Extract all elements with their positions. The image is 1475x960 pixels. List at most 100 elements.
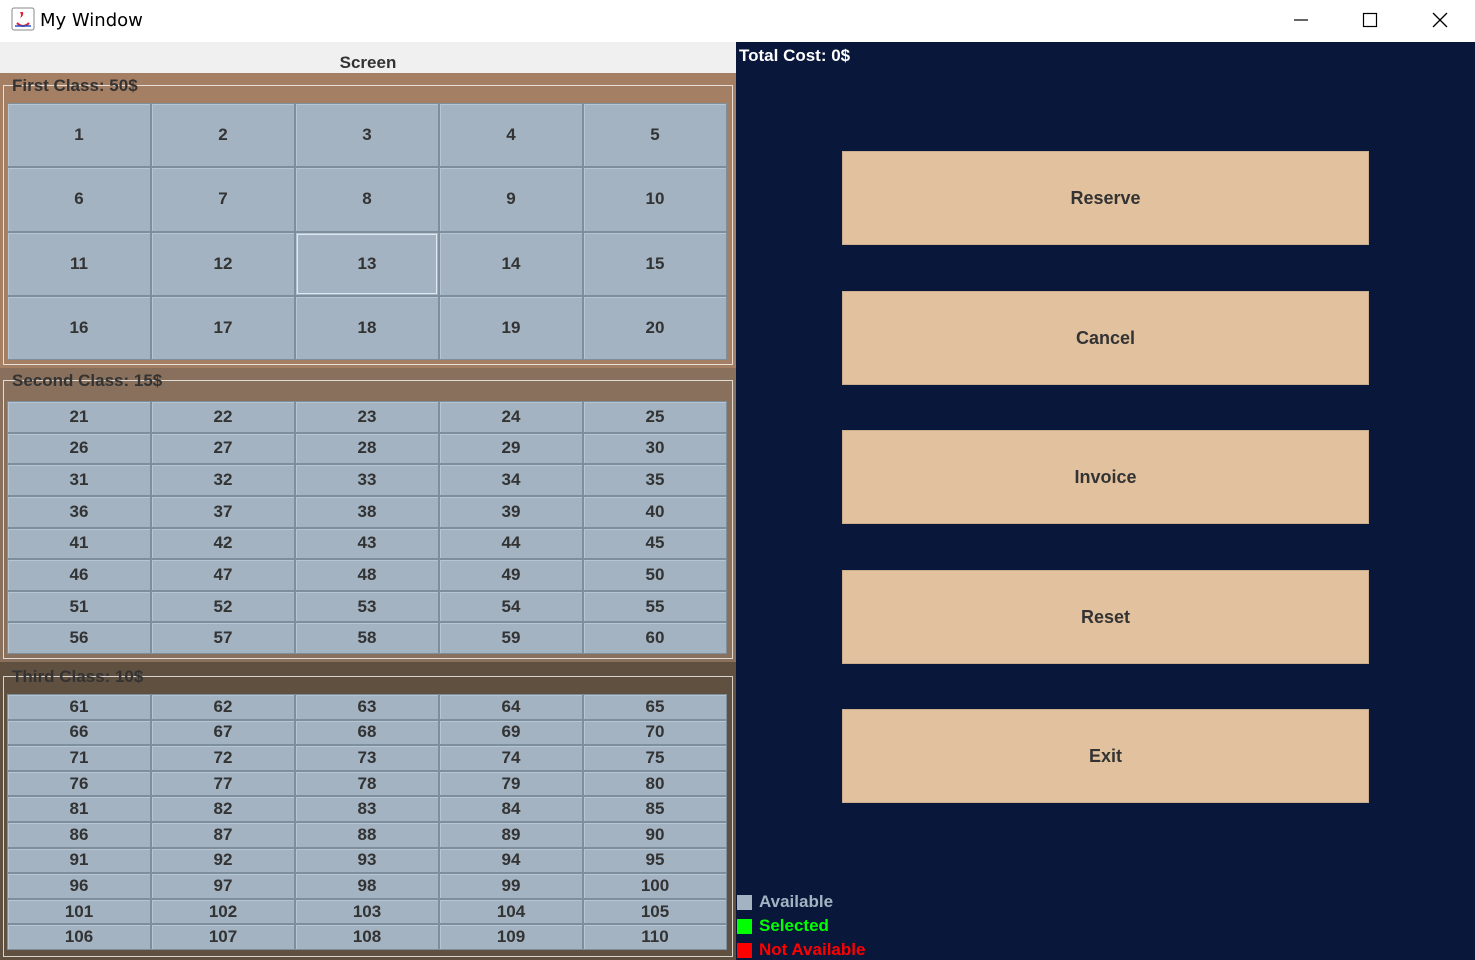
seat-button[interactable]: 18 [295, 295, 439, 360]
seat-button[interactable]: 50 [583, 559, 727, 591]
seat-button[interactable]: 72 [151, 745, 295, 771]
seat-button[interactable]: 74 [439, 745, 583, 771]
seat-button[interactable]: 52 [151, 590, 295, 623]
seat-button[interactable]: 42 [151, 527, 295, 560]
seat-button[interactable]: 80 [583, 770, 727, 797]
seat-button[interactable]: 40 [583, 495, 727, 528]
reset-button[interactable]: Reset [842, 570, 1369, 664]
seat-button[interactable]: 68 [295, 719, 439, 746]
seat-button[interactable]: 30 [583, 432, 727, 465]
seat-button[interactable]: 61 [7, 694, 151, 720]
seat-button[interactable]: 64 [439, 694, 583, 720]
seat-button[interactable]: 19 [439, 295, 583, 360]
seat-button[interactable]: 94 [439, 847, 583, 874]
seat-button[interactable]: 36 [7, 495, 151, 528]
seat-button[interactable]: 54 [439, 590, 583, 623]
seat-button[interactable]: 86 [7, 822, 151, 848]
seat-button[interactable]: 43 [295, 527, 439, 560]
seat-button[interactable]: 23 [295, 401, 439, 433]
seat-button[interactable]: 85 [583, 796, 727, 822]
seat-button[interactable]: 100 [583, 873, 727, 899]
seat-button[interactable]: 34 [439, 464, 583, 496]
seat-button[interactable]: 93 [295, 847, 439, 874]
seat-button[interactable]: 97 [151, 873, 295, 899]
seat-button[interactable]: 65 [583, 694, 727, 720]
cancel-button[interactable]: Cancel [842, 291, 1369, 385]
seat-button[interactable]: 37 [151, 495, 295, 528]
invoice-button[interactable]: Invoice [842, 430, 1369, 524]
seat-button[interactable]: 107 [151, 924, 295, 950]
seat-button[interactable]: 59 [439, 622, 583, 654]
seat-button[interactable]: 63 [295, 694, 439, 720]
seat-button[interactable]: 75 [583, 745, 727, 771]
seat-button[interactable]: 105 [583, 898, 727, 925]
seat-button[interactable]: 67 [151, 719, 295, 746]
seat-button[interactable]: 91 [7, 847, 151, 874]
seat-button[interactable]: 22 [151, 401, 295, 433]
seat-button[interactable]: 31 [7, 464, 151, 496]
seat-button[interactable]: 24 [439, 401, 583, 433]
seat-button[interactable]: 25 [583, 401, 727, 433]
seat-button[interactable]: 96 [7, 873, 151, 899]
seat-button[interactable]: 33 [295, 464, 439, 496]
seat-button[interactable]: 77 [151, 770, 295, 797]
seat-button[interactable]: 8 [295, 167, 439, 232]
seat-button[interactable]: 106 [7, 924, 151, 950]
seat-button[interactable]: 95 [583, 847, 727, 874]
seat-button[interactable]: 56 [7, 622, 151, 654]
maximize-button[interactable] [1335, 0, 1405, 40]
seat-button[interactable]: 6 [7, 167, 151, 232]
seat-button[interactable]: 69 [439, 719, 583, 746]
seat-button[interactable]: 53 [295, 590, 439, 623]
seat-button[interactable]: 44 [439, 527, 583, 560]
seat-button[interactable]: 90 [583, 822, 727, 848]
seat-button[interactable]: 27 [151, 432, 295, 465]
seat-button[interactable]: 11 [7, 231, 151, 296]
seat-button[interactable]: 104 [439, 898, 583, 925]
seat-button[interactable]: 82 [151, 796, 295, 822]
seat-button[interactable]: 9 [439, 167, 583, 232]
reserve-button[interactable]: Reserve [842, 151, 1369, 245]
seat-button[interactable]: 14 [439, 231, 583, 296]
seat-button[interactable]: 70 [583, 719, 727, 746]
seat-button[interactable]: 35 [583, 464, 727, 496]
seat-button[interactable]: 102 [151, 898, 295, 925]
seat-button[interactable]: 87 [151, 822, 295, 848]
seat-button[interactable]: 17 [151, 295, 295, 360]
seat-button[interactable]: 4 [439, 103, 583, 168]
seat-button[interactable]: 51 [7, 590, 151, 623]
seat-button[interactable]: 76 [7, 770, 151, 797]
seat-button[interactable]: 66 [7, 719, 151, 746]
seat-button[interactable]: 10 [583, 167, 727, 232]
seat-button[interactable]: 28 [295, 432, 439, 465]
seat-button[interactable]: 109 [439, 924, 583, 950]
seat-button[interactable]: 71 [7, 745, 151, 771]
seat-button[interactable]: 99 [439, 873, 583, 899]
seat-button[interactable]: 103 [295, 898, 439, 925]
seat-button[interactable]: 26 [7, 432, 151, 465]
seat-button[interactable]: 73 [295, 745, 439, 771]
close-button[interactable] [1405, 0, 1475, 40]
seat-button[interactable]: 16 [7, 295, 151, 360]
seat-button[interactable]: 1 [7, 103, 151, 168]
seat-button[interactable]: 38 [295, 495, 439, 528]
seat-button[interactable]: 13 [295, 231, 439, 296]
seat-button[interactable]: 21 [7, 401, 151, 433]
seat-button[interactable]: 79 [439, 770, 583, 797]
seat-button[interactable]: 78 [295, 770, 439, 797]
seat-button[interactable]: 7 [151, 167, 295, 232]
seat-button[interactable]: 47 [151, 559, 295, 591]
seat-button[interactable]: 46 [7, 559, 151, 591]
seat-button[interactable]: 2 [151, 103, 295, 168]
seat-button[interactable]: 39 [439, 495, 583, 528]
seat-button[interactable]: 110 [583, 924, 727, 950]
seat-button[interactable]: 41 [7, 527, 151, 560]
exit-button[interactable]: Exit [842, 709, 1369, 803]
seat-button[interactable]: 60 [583, 622, 727, 654]
seat-button[interactable]: 58 [295, 622, 439, 654]
seat-button[interactable]: 88 [295, 822, 439, 848]
seat-button[interactable]: 55 [583, 590, 727, 623]
seat-button[interactable]: 5 [583, 103, 727, 168]
seat-button[interactable]: 89 [439, 822, 583, 848]
seat-button[interactable]: 45 [583, 527, 727, 560]
